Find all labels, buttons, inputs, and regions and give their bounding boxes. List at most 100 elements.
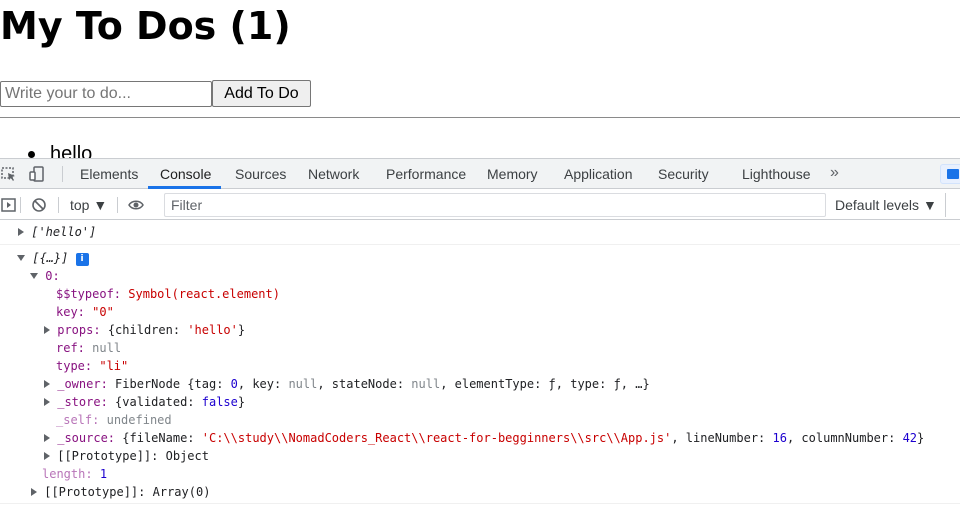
tab-performance[interactable]: Performance: [386, 159, 466, 189]
todo-input[interactable]: [0, 81, 212, 107]
prop-key: props:: [57, 323, 101, 337]
tab-sources[interactable]: Sources: [235, 159, 286, 189]
prop-key: _store:: [57, 395, 108, 409]
prop-value: , key:: [237, 377, 289, 391]
tab-application[interactable]: Application: [564, 159, 633, 189]
context-label: top: [70, 197, 90, 213]
tab-memory[interactable]: Memory: [487, 159, 538, 189]
prop-value: "li": [99, 359, 129, 373]
clear-console-icon[interactable]: [31, 197, 47, 213]
prop-value: {fileName:: [122, 431, 202, 445]
tree-row[interactable]: props: {children: 'hello'}: [44, 321, 245, 339]
prop-value: }: [917, 431, 925, 445]
tab-lighthouse[interactable]: Lighthouse: [742, 159, 811, 189]
tree-row[interactable]: 0:: [30, 267, 60, 285]
expand-arrow-icon[interactable]: [44, 434, 50, 442]
console-message[interactable]: ['hello']: [18, 223, 96, 241]
console-toolbar: top ▼ Default levels ▼: [0, 190, 960, 220]
expand-arrow-icon[interactable]: [44, 398, 50, 406]
tree-row: type: "li": [56, 357, 128, 375]
devtools-tabbar: Elements Console Sources Network Perform…: [0, 159, 960, 189]
log-value: ['hello']: [31, 225, 97, 239]
tree-row[interactable]: _source: {fileName: 'C:\\study\\NomadCod…: [44, 429, 924, 447]
prop-key: _source:: [57, 431, 116, 445]
prop-value: }: [237, 323, 246, 337]
prop-value: null: [411, 377, 441, 391]
sidebar-toggle-icon[interactable]: [1, 197, 17, 213]
inspect-element-icon[interactable]: [1, 166, 17, 182]
add-todo-button[interactable]: Add To Do: [212, 80, 311, 107]
prop-value: 'C:\\study\\NomadCoders_React\\react-for…: [201, 431, 672, 445]
prop-value: 'hello': [187, 323, 238, 337]
bullet-icon: [28, 151, 35, 158]
toolbar-divider: [58, 197, 59, 213]
prop-value: undefined: [106, 413, 172, 427]
context-select[interactable]: top ▼: [70, 197, 107, 213]
divider: [0, 117, 960, 118]
toolbar-divider: [20, 197, 21, 213]
collapse-arrow-icon[interactable]: [30, 273, 38, 279]
dropdown-arrow-icon: ▼: [922, 197, 937, 213]
more-tabs-chevron-icon[interactable]: »: [830, 159, 839, 189]
prop-key: key:: [56, 305, 85, 319]
prop-key: type:: [56, 359, 93, 373]
prop-value: 42: [902, 431, 918, 445]
prop-value: FiberNode {tag:: [115, 377, 231, 391]
prop-key: $$typeof:: [56, 287, 122, 301]
tree-row[interactable]: _owner: FiberNode {tag: 0, key: null, st…: [44, 375, 650, 393]
prop-value: }: [237, 395, 246, 409]
prop-value: null: [288, 377, 318, 391]
list-item: hello: [28, 142, 92, 158]
expand-arrow-icon[interactable]: [31, 488, 37, 496]
levels-label: Default levels: [835, 197, 920, 213]
log-value: [{…}]: [32, 251, 69, 265]
array-index: 0:: [45, 269, 60, 283]
prop-key: [[Prototype]]:: [57, 449, 159, 463]
tree-row: ref: null: [56, 339, 121, 357]
tree-row[interactable]: [[Prototype]]: Array(0): [31, 483, 210, 501]
tab-elements[interactable]: Elements: [80, 159, 138, 189]
tree-row: key: "0": [56, 303, 114, 321]
prop-value: false: [201, 395, 238, 409]
expand-arrow-icon[interactable]: [44, 452, 50, 460]
info-icon[interactable]: i: [75, 253, 89, 266]
prop-value: 1: [99, 467, 108, 481]
message-divider: [0, 244, 960, 245]
console-message[interactable]: [{…}] i: [17, 249, 89, 267]
expand-arrow-icon[interactable]: [44, 380, 50, 388]
tab-security[interactable]: Security: [658, 159, 709, 189]
app-page: My To Dos (1) Add To Do hello: [0, 0, 960, 158]
prop-value: Array(0): [152, 485, 211, 499]
prop-value: {validated:: [115, 395, 202, 409]
dropdown-arrow-icon: ▼: [93, 197, 108, 213]
prop-value: null: [92, 341, 122, 355]
device-toolbar-icon[interactable]: [29, 166, 45, 182]
expand-arrow-icon[interactable]: [18, 228, 24, 236]
tree-row: $$typeof: Symbol(react.element): [56, 285, 280, 303]
expand-arrow-icon[interactable]: [44, 326, 50, 334]
filter-input[interactable]: [164, 193, 826, 217]
tree-row[interactable]: _store: {validated: false}: [44, 393, 245, 411]
prop-key: ref:: [56, 341, 85, 355]
prop-value: 16: [772, 431, 787, 445]
tab-console[interactable]: Console: [160, 159, 211, 189]
toolbar-divider: [62, 166, 63, 182]
console-settings-button[interactable]: [945, 193, 960, 217]
prop-key: length:: [42, 467, 93, 481]
tab-network[interactable]: Network: [308, 159, 359, 189]
prop-value: , lineNumber:: [671, 431, 773, 445]
message-icon: [947, 169, 959, 179]
devtools-panel: Elements Console Sources Network Perform…: [0, 158, 960, 508]
prop-value: , stateNode:: [317, 377, 412, 391]
messages-badge[interactable]: [940, 164, 960, 184]
tree-row[interactable]: [[Prototype]]: Object: [44, 447, 209, 465]
collapse-arrow-icon[interactable]: [17, 255, 25, 261]
prop-value: "0": [92, 305, 114, 319]
live-expression-eye-icon[interactable]: [128, 197, 144, 213]
log-levels-select[interactable]: Default levels ▼: [835, 197, 937, 213]
todo-text: hello: [50, 143, 93, 158]
toolbar-divider: [117, 197, 118, 213]
active-tab-indicator: [148, 186, 221, 189]
prop-value: Object: [165, 449, 209, 463]
prop-key: _self:: [56, 413, 100, 427]
